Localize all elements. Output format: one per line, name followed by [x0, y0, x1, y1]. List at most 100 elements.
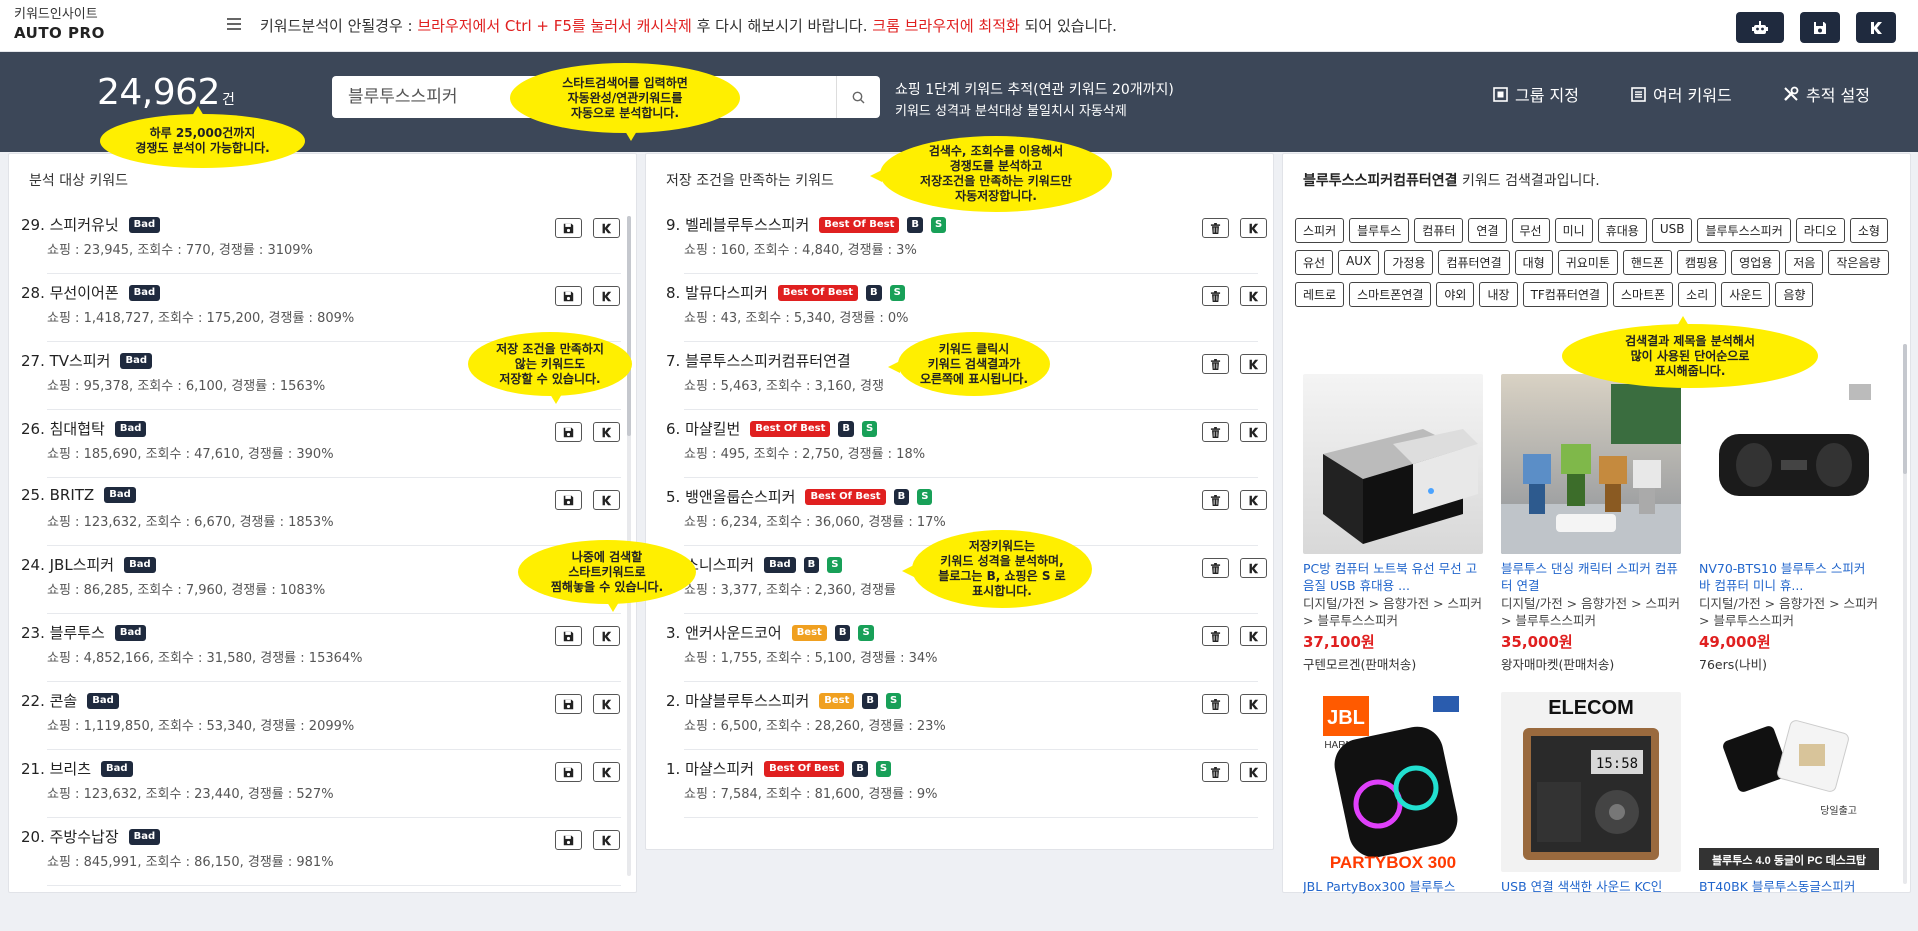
word-tag[interactable]: 무선 [1511, 218, 1550, 243]
product-card[interactable]: ELECOM 15:58 USB 연결 색색한 사운드 KC인 [1501, 692, 1681, 912]
word-tag[interactable]: USB [1651, 218, 1693, 243]
k-button[interactable] [593, 286, 620, 306]
delete-button[interactable] [1202, 558, 1229, 578]
word-tag[interactable]: 라디오 [1795, 218, 1845, 243]
product-image[interactable]: 당일출고 블루투스 4.0 동글이 PC 데스크탑 [1699, 692, 1879, 872]
word-tag[interactable]: 핸드폰 [1622, 250, 1673, 275]
word-tag[interactable]: 스피커 [1295, 218, 1345, 243]
k-button[interactable] [593, 218, 620, 238]
keyword-label[interactable]: 22. 콘솔 [21, 690, 77, 711]
keyword-label[interactable]: 21. 브리츠 [21, 758, 91, 779]
word-tag[interactable]: 휴대용 [1597, 218, 1647, 243]
word-tag[interactable]: 블루투스 [1349, 218, 1410, 243]
save-button[interactable] [555, 830, 582, 850]
product-image[interactable] [1501, 374, 1681, 554]
k-button[interactable] [593, 490, 620, 510]
save-button[interactable] [555, 490, 582, 510]
word-tag[interactable]: 저음 [1785, 250, 1824, 275]
product-image[interactable] [1303, 374, 1483, 554]
delete-button[interactable] [1202, 694, 1229, 714]
keyword-label[interactable]: 1. 마샬스피커 [666, 758, 754, 779]
save-button[interactable] [555, 218, 582, 238]
keyword-row[interactable]: 3. 앤커사운드코어 Best B S 쇼핑 : 1,755, 조회수 : 5,100,… [666, 614, 1267, 682]
keyword-row[interactable]: 25. BRITZ Bad 쇼핑 : 123,632, 조회수 : 6,670, 경… [21, 478, 621, 546]
product-image[interactable] [1699, 374, 1879, 554]
product-card[interactable]: JBLHARMANPARTYBOX 300 JBL PartyBox300 블루… [1303, 692, 1483, 912]
word-tag[interactable]: 컴퓨터연결 [1438, 250, 1510, 275]
keyword-label[interactable]: 26. 침대협탁 [21, 418, 105, 439]
keyword-title[interactable]: 8. 발뮤다스피커 Best Of Best B S [666, 282, 905, 303]
word-tag[interactable]: 영업용 [1731, 250, 1781, 275]
keyword-label[interactable]: 3. 앤커사운드코어 [666, 622, 782, 643]
keyword-row[interactable]: 20. 주방수납장 Bad 쇼핑 : 845,991, 조회수 : 86,150, … [21, 818, 621, 886]
keyword-row[interactable]: 29. 스피커유닛 Bad 쇼핑 : 23,945, 조회수 : 770, 경쟁률 … [21, 206, 621, 274]
product-card[interactable]: PC방 컴퓨터 노트북 유선 무선 고음질 USB 휴대용 ... 디지털/가전… [1303, 374, 1483, 673]
keyword-label[interactable]: 29. 스피커유닛 [21, 214, 119, 235]
k-button[interactable] [1240, 626, 1267, 646]
word-tag[interactable]: 레트로 [1295, 282, 1345, 307]
keyword-title[interactable]: 29. 스피커유닛 Bad [21, 214, 161, 235]
save-button[interactable] [555, 422, 582, 442]
delete-button[interactable] [1202, 422, 1229, 442]
word-tag[interactable]: 소리 [1678, 282, 1717, 307]
word-tag[interactable]: 야외 [1436, 282, 1475, 307]
delete-button[interactable] [1202, 626, 1229, 646]
k-button[interactable] [1240, 490, 1267, 510]
keyword-label[interactable]: 28. 무선이어폰 [21, 282, 119, 303]
keyword-title[interactable]: 26. 침대협탁 Bad [21, 418, 147, 439]
keyword-row[interactable]: 26. 침대협탁 Bad 쇼핑 : 185,690, 조회수 : 47,610, 경… [21, 410, 621, 478]
delete-button[interactable] [1202, 286, 1229, 306]
keyword-label[interactable]: 25. BRITZ [21, 486, 94, 504]
k-button[interactable] [1240, 558, 1267, 578]
word-tag[interactable]: 대형 [1514, 250, 1553, 275]
word-tag[interactable]: TF컴퓨터연결 [1522, 282, 1608, 307]
k-button[interactable] [593, 830, 620, 850]
save-button[interactable] [555, 762, 582, 782]
word-tag[interactable]: 컴퓨터 [1414, 218, 1464, 243]
k-button[interactable] [1240, 694, 1267, 714]
k-button[interactable] [593, 626, 620, 646]
keyword-label[interactable]: 8. 발뮤다스피커 [666, 282, 768, 303]
word-tag[interactable]: 스마트폰 [1613, 282, 1674, 307]
delete-button[interactable] [1202, 354, 1229, 374]
word-tag[interactable]: 소형 [1849, 218, 1888, 243]
keyword-title[interactable]: 7. 블루투스스피커컴퓨터연결 [666, 350, 851, 371]
scrollbar[interactable] [1903, 344, 1907, 884]
keyword-label[interactable]: 27. TV스피커 [21, 350, 110, 371]
multi-keyword-button[interactable]: 여러 키워드 [1631, 82, 1732, 106]
k-top-button[interactable] [1856, 12, 1896, 43]
keyword-row[interactable]: 21. 브리츠 Bad 쇼핑 : 123,632, 조회수 : 23,440, 경쟁… [21, 750, 621, 818]
keyword-row[interactable]: 1. 마샬스피커 Best Of Best B S 쇼핑 : 7,584, 조회수 : … [666, 750, 1267, 818]
keyword-title[interactable]: 2. 마샬블루투스스피커 Best B S [666, 690, 902, 711]
k-button[interactable] [593, 422, 620, 442]
word-tag[interactable]: 미니 [1554, 218, 1593, 243]
brand-logo[interactable]: 키워드인사이트 AUTO PRO [14, 6, 105, 42]
product-card[interactable]: 당일출고 블루투스 4.0 동글이 PC 데스크탑 BT40BK 블루투스동글스피… [1699, 692, 1879, 912]
save-button[interactable] [555, 626, 582, 646]
keyword-title[interactable]: 1. 마샬스피커 Best Of Best B S [666, 758, 892, 779]
keyword-title[interactable]: 25. BRITZ Bad [21, 486, 136, 504]
k-button[interactable] [593, 762, 620, 782]
product-card[interactable]: 블루투스 댄싱 캐릭터 스피커 컴퓨터 연결 디지털/가전 > 음향가전 > 스… [1501, 374, 1681, 673]
word-tag[interactable]: 음향 [1775, 282, 1814, 307]
keyword-label[interactable]: 20. 주방수납장 [21, 826, 119, 847]
keyword-row[interactable]: 2. 마샬블루투스스피커 Best B S 쇼핑 : 6,500, 조회수 : 28,2… [666, 682, 1267, 750]
save-button[interactable] [555, 694, 582, 714]
keyword-label[interactable]: 5. 뱅앤올룹슨스피커 [666, 486, 795, 507]
word-tag[interactable]: 작은음량 [1828, 250, 1889, 275]
word-tag[interactable]: 캠핑용 [1677, 250, 1727, 275]
keyword-title[interactable]: 20. 주방수납장 Bad [21, 826, 161, 847]
keyword-title[interactable]: 21. 브리츠 Bad [21, 758, 133, 779]
delete-button[interactable] [1202, 490, 1229, 510]
search-button[interactable] [836, 76, 880, 118]
keyword-title[interactable]: 6. 마샬킬번 Best Of Best B S [666, 418, 878, 439]
word-tag[interactable]: 유선 [1295, 250, 1334, 275]
k-button[interactable] [1240, 762, 1267, 782]
word-tag[interactable]: 스마트폰연결 [1349, 282, 1432, 307]
keyword-label[interactable]: 24. JBL스피커 [21, 554, 114, 575]
group-assign-button[interactable]: 그룹 지정 [1493, 82, 1579, 106]
keyword-title[interactable]: 23. 블루투스 Bad [21, 622, 147, 643]
k-button[interactable] [593, 694, 620, 714]
product-image[interactable]: ELECOM 15:58 [1501, 692, 1681, 872]
product-card[interactable]: NV70-BTS10 블루투스 스피커 바 컴퓨터 미니 휴... 디지털/가전… [1699, 374, 1879, 673]
